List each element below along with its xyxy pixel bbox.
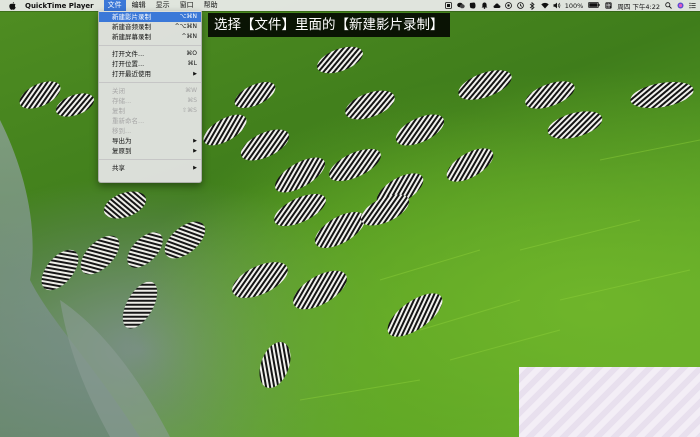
submenu-arrow-icon: ▶: [193, 71, 197, 77]
timemachine-icon[interactable]: [516, 2, 524, 9]
siri-icon[interactable]: [677, 2, 684, 9]
menu-item-open-file[interactable]: 打开文件... ⌘O: [99, 49, 201, 59]
menu-item-label: 新建音频录制: [112, 23, 151, 31]
battery-percent: 100%: [564, 1, 584, 10]
menu-item-open-location[interactable]: 打开位置... ⌘L: [99, 59, 201, 69]
app-name-menu[interactable]: QuickTime Player: [25, 2, 94, 10]
menu-item-label: 共享: [112, 164, 125, 172]
menu-item-revert-to[interactable]: 复原到 ▶: [99, 146, 201, 156]
menu-help[interactable]: 帮助: [200, 0, 222, 11]
menu-item-label: 打开文件...: [112, 50, 145, 58]
menu-item-label: 复制: [112, 107, 125, 115]
menu-separator: [99, 159, 201, 160]
instruction-caption: 选择【文件】里面的【新建影片录制】: [208, 13, 450, 37]
status-area: 100% 拼 周四 下午4:22: [444, 0, 696, 11]
screen-record-icon[interactable]: [444, 2, 452, 9]
menu-item-label: 重新命名...: [112, 117, 145, 125]
obscured-watermark-area: [519, 367, 700, 437]
menu-item-label: 导出为: [112, 137, 132, 145]
bluetooth-icon[interactable]: [529, 1, 536, 11]
submenu-arrow-icon: ▶: [193, 138, 197, 144]
menu-item-label: 打开最近使用: [112, 70, 151, 78]
file-menu-dropdown: 新建影片录制 ⌥⌘N 新建音频录制 ^⌥⌘N 新建屏幕录制 ^⌘N 打开文件..…: [98, 11, 202, 183]
menu-item-share[interactable]: 共享 ▶: [99, 163, 201, 173]
notification-center-icon[interactable]: [689, 2, 696, 9]
spotlight-search-icon[interactable]: [665, 2, 672, 9]
baidu-disk-icon[interactable]: [504, 2, 512, 9]
menu-item-shortcut: ^⌘N: [181, 33, 197, 40]
clock[interactable]: 周四 下午4:22: [617, 1, 660, 11]
menu-item-duplicate[interactable]: 复制 ⇧⌘S: [99, 106, 201, 116]
menu-view[interactable]: 显示: [152, 0, 174, 11]
menu-item-label: 关闭: [112, 87, 125, 95]
menu-separator: [99, 82, 201, 83]
battery-icon[interactable]: [588, 2, 600, 9]
menu-item-label: 存储...: [112, 97, 132, 105]
menu-item-label: 新建影片录制: [112, 13, 151, 21]
menu-item-new-audio-recording[interactable]: 新建音频录制 ^⌥⌘N: [99, 22, 201, 32]
menu-item-shortcut: ⌘O: [186, 50, 197, 57]
menu-item-label: 复原到: [112, 147, 132, 155]
menu-item-export-as[interactable]: 导出为 ▶: [99, 136, 201, 146]
menu-item-new-movie-recording[interactable]: 新建影片录制 ⌥⌘N: [99, 12, 201, 22]
submenu-arrow-icon: ▶: [193, 148, 197, 154]
menu-separator: [99, 45, 201, 46]
notification-bell-icon[interactable]: [481, 2, 488, 9]
volume-icon[interactable]: [553, 2, 561, 9]
wifi-icon[interactable]: [541, 2, 549, 9]
wechat-icon[interactable]: [456, 2, 465, 9]
menu-bar: QuickTime Player 文件 编辑 显示 窗口 帮助 100% 拼 周…: [0, 0, 700, 11]
menu-item-shortcut: ^⌥⌘N: [174, 23, 197, 30]
evernote-icon[interactable]: [469, 2, 476, 9]
menu-item-label: 移到...: [112, 127, 132, 135]
svg-text:拼: 拼: [606, 2, 611, 9]
cloud-icon[interactable]: [493, 2, 501, 9]
menu-item-shortcut: ⌘L: [187, 60, 197, 67]
menu-item-close[interactable]: 关闭 ⌘W: [99, 86, 201, 96]
menu-item-open-recent[interactable]: 打开最近使用 ▶: [99, 69, 201, 79]
menu-item-shortcut: ⌘W: [185, 87, 197, 94]
menu-file[interactable]: 文件: [103, 0, 126, 11]
menu-item-shortcut: ⇧⌘S: [182, 107, 197, 114]
menu-item-move-to[interactable]: 移到...: [99, 126, 201, 136]
menu-edit[interactable]: 编辑: [128, 0, 150, 11]
menu-item-shortcut: ⌥⌘N: [179, 13, 197, 20]
menu-item-new-screen-recording[interactable]: 新建屏幕录制 ^⌘N: [99, 32, 201, 42]
input-method-icon[interactable]: 拼: [605, 2, 612, 9]
apple-logo-icon[interactable]: [8, 1, 16, 10]
menu-item-label: 新建屏幕录制: [112, 33, 151, 41]
menu-window[interactable]: 窗口: [176, 0, 198, 11]
menu-item-label: 打开位置...: [112, 60, 145, 68]
menu-item-shortcut: ⌘S: [187, 97, 197, 104]
menu-item-save[interactable]: 存储... ⌘S: [99, 96, 201, 106]
menu-item-rename[interactable]: 重新命名...: [99, 116, 201, 126]
submenu-arrow-icon: ▶: [193, 165, 197, 171]
